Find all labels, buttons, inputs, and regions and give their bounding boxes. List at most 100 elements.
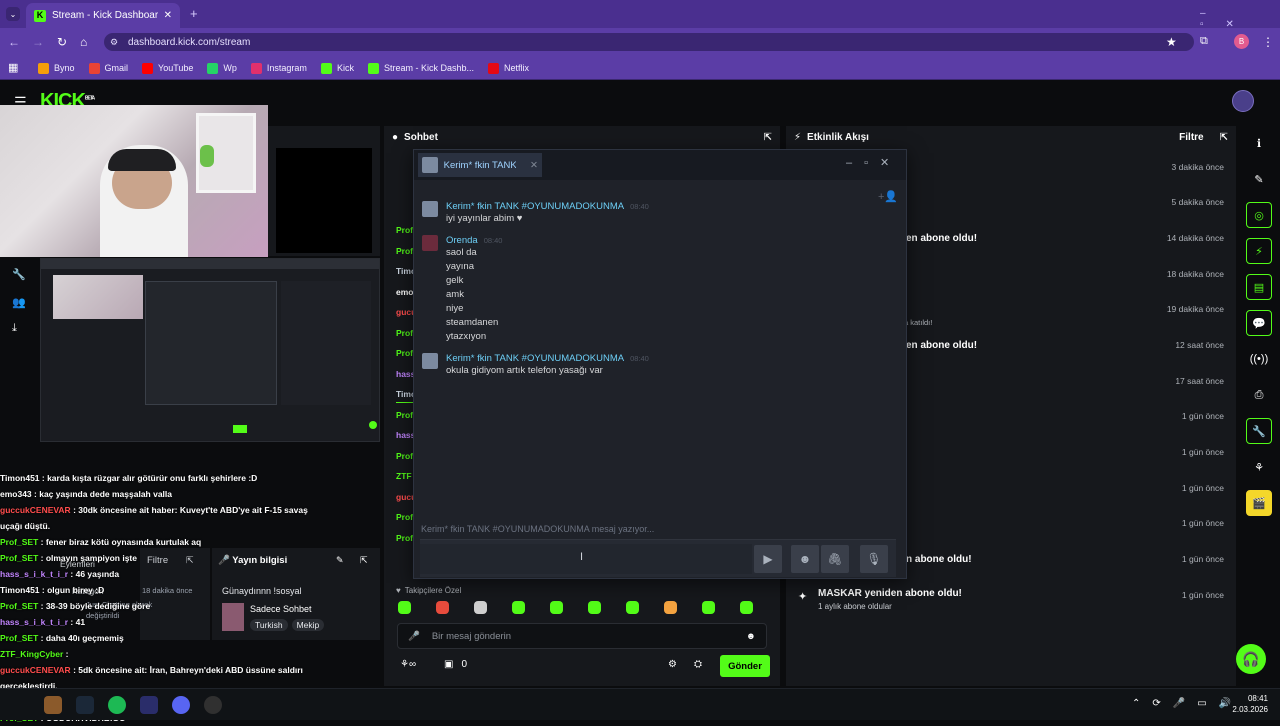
settings-icon[interactable]: ⚙	[668, 659, 677, 670]
system-tray-icons[interactable]: ⌃⟳🎤▭🔊	[1132, 698, 1243, 709]
site-info-icon[interactable]: ⚙	[110, 37, 118, 48]
window-controls[interactable]: –▫✕	[1200, 8, 1280, 30]
emote-icon[interactable]	[702, 601, 715, 614]
bookmark-item[interactable]: YouTube	[142, 62, 193, 74]
sender-avatar[interactable]	[422, 353, 438, 369]
points-icon[interactable]: ⚘∞	[400, 659, 416, 670]
clip-icon[interactable]: ◎	[1246, 202, 1272, 228]
tools-icon[interactable]: 🔧	[1246, 418, 1272, 444]
chat-bubble-icon: ●	[392, 131, 399, 143]
emote-icon[interactable]	[474, 601, 487, 614]
activity-popout-icon[interactable]: ⇱	[1220, 132, 1228, 143]
send-button[interactable]: Gönder	[720, 655, 770, 677]
url-field[interactable]: dashboard.kick.com/stream	[104, 33, 1194, 51]
overlay-chat-line: Prof_SET : 38-39 böyle dediğine göre	[0, 598, 382, 614]
emote-icon[interactable]	[436, 601, 449, 614]
discord-taskbar-icon[interactable]	[172, 696, 190, 714]
activity-text: en abone oldu!	[906, 232, 978, 244]
mod-icon[interactable]: ⛭	[694, 659, 702, 670]
new-tab-icon[interactable]: +	[190, 7, 198, 21]
overlay-chat-username: Prof_SET	[0, 633, 39, 643]
reload-icon[interactable]: ↻	[57, 35, 67, 49]
steam-sender-name[interactable]: Orenda	[446, 235, 478, 246]
bookmark-item[interactable]: Netflix	[487, 62, 529, 74]
emote-icon[interactable]	[512, 601, 525, 614]
steam-typing-indicator: Kerim* fkin TANK #OYUNUMADOKUNMA mesaj y…	[421, 524, 655, 534]
emote-icon[interactable]	[740, 601, 753, 614]
steam-send-icon[interactable]: ▶	[754, 545, 782, 573]
overlay-chat-username: guccukCENEVAR	[0, 665, 71, 675]
broadcast-icon[interactable]: ((•))	[1246, 346, 1272, 372]
emote-icon[interactable]	[626, 601, 639, 614]
chat-input-placeholder: Bir mesaj gönderin	[431, 630, 512, 642]
bookmark-item[interactable]: Wp	[207, 62, 237, 74]
steam-taskbar-icon[interactable]	[76, 696, 94, 714]
back-icon[interactable]: ←	[8, 35, 20, 49]
sender-avatar[interactable]	[422, 235, 438, 251]
bookmark-label: Instagram	[266, 63, 307, 73]
taskbar-app-icon[interactable]	[44, 696, 62, 714]
emote-icon[interactable]	[664, 601, 677, 614]
bookmark-item[interactable]: Kick	[320, 62, 354, 74]
overlay-chat-line: guccukCENEVAR : 30dk öncesine ait haber:…	[0, 502, 382, 518]
activity-filter-button[interactable]: Filtre	[1179, 132, 1203, 143]
emote-icon[interactable]	[588, 601, 601, 614]
overlay-chat-line: Timon451 : olgun birey :D	[0, 582, 382, 598]
steam-attach-icon[interactable]: 🖇	[821, 545, 849, 573]
steam-sender-name[interactable]: Kerim* fkin TANK #OYUNUMADOKUNMA	[446, 201, 624, 212]
bookmark-item[interactable]: Instagram	[250, 62, 307, 74]
emoji-icon[interactable]: ☻	[746, 631, 756, 642]
sender-avatar[interactable]	[422, 201, 438, 217]
forward-icon[interactable]: →	[32, 35, 44, 49]
download-icon[interactable]: ⤓	[12, 322, 17, 335]
steam-window-controls[interactable]: –▫✕	[846, 156, 901, 169]
tab-search-icon[interactable]: ⌄	[6, 7, 20, 21]
notes-icon[interactable]: ▤	[1246, 274, 1272, 300]
clapper-icon[interactable]: 🎬	[1246, 490, 1272, 516]
activity-time: 3 dakika önce	[1171, 162, 1224, 172]
steam-message-text: yayına	[446, 261, 474, 272]
bookmark-star-icon[interactable]: ★	[1166, 35, 1177, 49]
steam-tab-close-icon[interactable]: ✕	[530, 160, 538, 171]
bookmark-item[interactable]: Gmail	[88, 62, 128, 74]
printer-icon[interactable]: ⎙	[1246, 382, 1272, 408]
emote-icon[interactable]	[550, 601, 563, 614]
edit-icon[interactable]: ✎	[1246, 166, 1272, 192]
steam-message-text: ytazxıyon	[446, 331, 487, 342]
steam-message-input[interactable]	[420, 544, 752, 574]
viewer-counter: ▣ 0	[444, 659, 467, 670]
chat-icon[interactable]: 💬	[1246, 310, 1272, 336]
chat-input[interactable]: 🎤 Bir mesaj gönderin ☻	[397, 623, 767, 649]
activity-time: 1 gün önce	[1181, 483, 1224, 493]
users-icon[interactable]: 👥	[12, 296, 26, 309]
microphone-icon[interactable]: 🎤	[408, 631, 420, 642]
info-icon[interactable]: ℹ	[1246, 130, 1272, 156]
steam-emoji-icon[interactable]: ☻	[791, 545, 819, 573]
lightning-icon[interactable]: ⚡	[1246, 238, 1272, 264]
steam-chat-tab[interactable]: Kerim* fkin TANK ✕	[418, 153, 542, 177]
taskbar-clock[interactable]: 08:41 2.03.2026	[1230, 693, 1268, 715]
popout-icon[interactable]: ⇱	[764, 132, 772, 143]
emote-icon[interactable]	[398, 601, 411, 614]
support-icon[interactable]: 🎧	[1236, 644, 1266, 674]
tab-avatar	[422, 157, 438, 173]
share-icon[interactable]: ⚘	[1246, 454, 1272, 480]
steam-voice-icon[interactable]: 🎙	[860, 545, 888, 573]
preview-send	[233, 425, 247, 433]
browser-tab[interactable]: K Stream - Kick Dashboard ✕	[26, 3, 180, 28]
bookmark-item[interactable]: Stream - Kick Dashb...	[367, 62, 474, 74]
taskbar-app-icon-2[interactable]	[140, 696, 158, 714]
extensions-icon[interactable]: ⧉	[1200, 35, 1208, 48]
user-avatar[interactable]	[1232, 90, 1254, 112]
spotify-taskbar-icon[interactable]	[108, 696, 126, 714]
profile-avatar[interactable]: B	[1234, 34, 1249, 49]
wrench-icon[interactable]: 🔧	[12, 268, 26, 281]
menu-icon[interactable]: ⋮	[1262, 35, 1274, 49]
tab-close-icon[interactable]: ✕	[164, 10, 172, 21]
apps-grid-icon[interactable]: ▦	[8, 61, 18, 74]
steam-sender-name[interactable]: Kerim* fkin TANK #OYUNUMADOKUNMA	[446, 353, 624, 364]
bookmark-item[interactable]: Byno	[38, 62, 75, 74]
overlay-chat-line: uçağı düştü.	[0, 518, 382, 534]
obs-taskbar-icon[interactable]	[204, 696, 222, 714]
home-icon[interactable]: ⌂	[80, 35, 87, 49]
